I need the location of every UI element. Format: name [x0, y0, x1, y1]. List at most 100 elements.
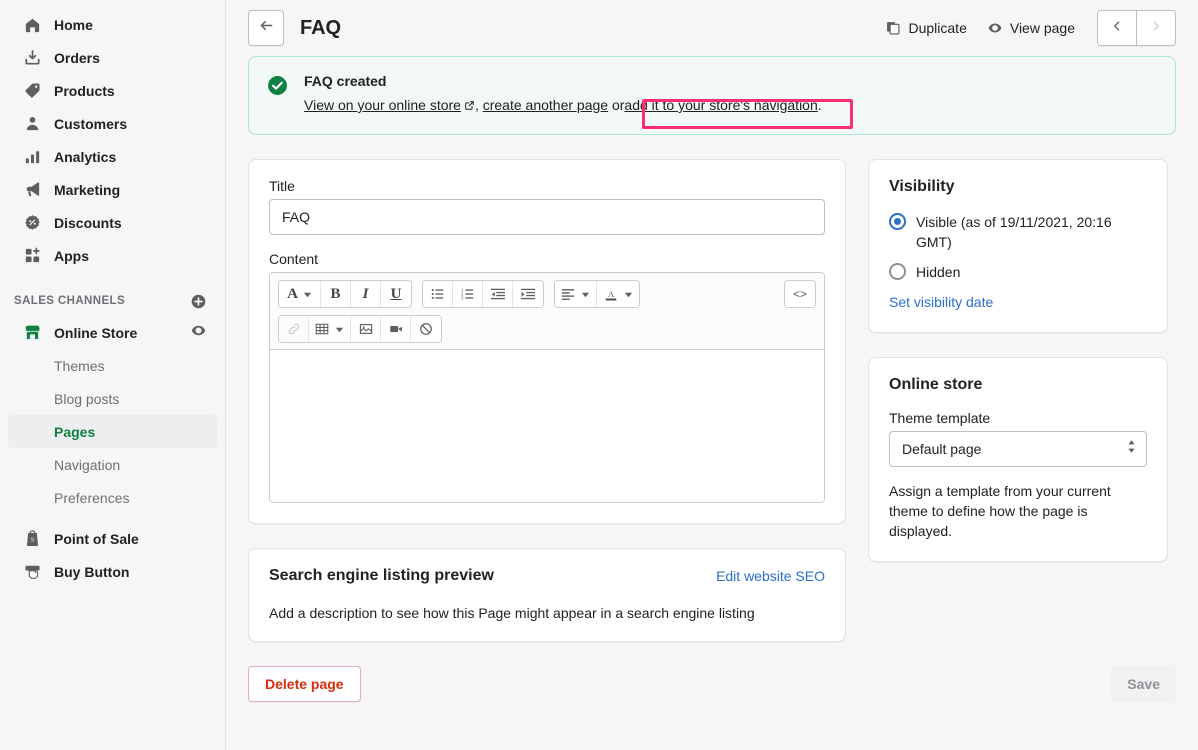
seo-preview-card: Search engine listing preview Edit websi… [248, 548, 846, 642]
numbered-list-icon[interactable]: 123 [453, 281, 483, 307]
underline-icon[interactable]: U [381, 281, 411, 307]
font-format-icon[interactable]: A [279, 281, 321, 307]
online-store-icon [22, 323, 42, 343]
marketing-megaphone-icon [22, 180, 42, 200]
bulleted-list-icon[interactable] [423, 281, 453, 307]
online-store-title: Online store [889, 376, 1147, 394]
shopify-admin-page: Home Orders Products Customers Analytics [0, 0, 1198, 750]
save-button[interactable]: Save [1111, 666, 1176, 702]
list-indent-group: 123 [422, 280, 544, 308]
online-store-card: Online store Theme template Default page… [868, 357, 1168, 562]
banner-or-text: or [612, 97, 624, 113]
radio-visible[interactable] [889, 213, 906, 230]
link-icon[interactable] [279, 316, 309, 342]
video-icon[interactable] [381, 316, 411, 342]
page-header: FAQ Duplicate View page [226, 0, 1198, 56]
next-page-button[interactable] [1137, 11, 1175, 45]
eye-icon [987, 20, 1003, 36]
italic-icon[interactable]: I [351, 281, 381, 307]
plus-circle-icon[interactable] [190, 293, 207, 310]
radio-hidden[interactable] [889, 263, 906, 280]
page-details-card: Title Content A [248, 159, 846, 524]
sidebar-item-blog-posts[interactable]: Blog posts [8, 382, 217, 415]
bold-icon[interactable]: B [321, 281, 351, 307]
view-on-online-store-link[interactable]: View on your online store [304, 97, 461, 113]
sidebar-item-label: Online Store [54, 325, 137, 341]
seo-header: Search engine listing preview Edit websi… [269, 567, 825, 585]
sidebar-item-marketing[interactable]: Marketing [8, 173, 217, 206]
sidebar-item-discounts[interactable]: Discounts [8, 206, 217, 239]
delete-page-button[interactable]: Delete page [248, 666, 361, 702]
eye-icon[interactable] [190, 322, 207, 344]
sidebar-item-products[interactable]: Products [8, 74, 217, 107]
orders-icon [22, 48, 42, 68]
chevron-right-icon [1149, 19, 1163, 38]
content-editor: A B I [269, 272, 825, 503]
sidebar-item-label: Discounts [54, 215, 122, 231]
theme-template-label: Theme template [889, 410, 1147, 426]
point-of-sale-icon: S [22, 529, 42, 549]
duplicate-button[interactable]: Duplicate [875, 14, 976, 42]
right-column: Visibility Visible (as of 19/11/2021, 20… [868, 159, 1168, 562]
add-to-navigation-link[interactable]: add it to your store's navigation [624, 97, 817, 113]
sidebar-item-label: Marketing [54, 182, 120, 198]
visibility-hidden-label: Hidden [916, 262, 960, 282]
view-page-label: View page [1010, 20, 1075, 36]
visibility-title: Visibility [889, 178, 1147, 196]
sidebar-item-apps[interactable]: Apps [8, 239, 217, 272]
theme-template-help-text: Assign a template from your current them… [889, 481, 1147, 541]
sidebar-item-navigation[interactable]: Navigation [8, 448, 217, 481]
sidebar-item-pages[interactable]: Pages [8, 415, 217, 448]
banner-comma: , [475, 97, 479, 113]
content-textarea[interactable] [270, 350, 824, 502]
create-another-page-link[interactable]: create another page [483, 97, 608, 113]
sidebar-item-label: Navigation [54, 457, 120, 473]
theme-template-select[interactable]: Default page [889, 431, 1147, 467]
text-color-icon[interactable]: A [597, 281, 639, 307]
sidebar-item-preferences[interactable]: Preferences [8, 481, 217, 514]
sidebar-item-label: Buy Button [54, 564, 129, 580]
theme-template-select-wrap: Default page [889, 431, 1147, 467]
back-button[interactable] [248, 10, 284, 46]
sales-channels-header: SALES CHANNELS [0, 286, 225, 316]
title-input[interactable] [269, 199, 825, 235]
align-left-icon[interactable] [555, 281, 597, 307]
sidebar-item-label: Customers [54, 116, 127, 132]
sidebar-item-online-store[interactable]: Online Store [8, 316, 217, 349]
sidebar-item-analytics[interactable]: Analytics [8, 140, 217, 173]
seo-title: Search engine listing preview [269, 567, 494, 585]
code-view-icon[interactable]: <> [785, 281, 815, 307]
seo-body-text: Add a description to see how this Page m… [269, 605, 825, 621]
edit-website-seo-link[interactable]: Edit website SEO [716, 568, 825, 584]
success-check-circle-icon [267, 75, 288, 116]
sales-channels-title: SALES CHANNELS [14, 295, 125, 307]
sidebar-item-home[interactable]: Home [8, 8, 217, 41]
view-page-button[interactable]: View page [977, 14, 1085, 42]
content-label: Content [269, 251, 825, 267]
image-icon[interactable] [351, 316, 381, 342]
table-icon[interactable] [309, 316, 351, 342]
sidebar-item-orders[interactable]: Orders [8, 41, 217, 74]
sidebar-item-buy-button[interactable]: Buy Button [8, 555, 217, 588]
indent-icon[interactable] [513, 281, 543, 307]
sidebar-item-label: Blog posts [54, 391, 119, 407]
outdent-icon[interactable] [483, 281, 513, 307]
sidebar-item-customers[interactable]: Customers [8, 107, 217, 140]
previous-page-button[interactable] [1098, 11, 1136, 45]
editor-toolbar-row-2 [278, 315, 816, 343]
left-column: Title Content A [248, 159, 846, 642]
visibility-option-visible[interactable]: Visible (as of 19/11/2021, 20:16 GMT) [889, 212, 1147, 252]
sidebar-item-label: Analytics [54, 149, 116, 165]
svg-text:S: S [30, 537, 34, 544]
page-footer-actions: Delete page Save [226, 666, 1198, 702]
set-visibility-date-link[interactable]: Set visibility date [889, 294, 993, 310]
sidebar: Home Orders Products Customers Analytics [0, 0, 226, 750]
clear-formatting-icon[interactable] [411, 316, 441, 342]
apps-grid-plus-icon [22, 246, 42, 266]
sidebar-item-label: Pages [54, 424, 95, 440]
sidebar-item-point-of-sale[interactable]: S Point of Sale [8, 522, 217, 555]
title-label: Title [269, 178, 825, 194]
visibility-option-hidden[interactable]: Hidden [889, 262, 1147, 282]
sidebar-item-themes[interactable]: Themes [8, 349, 217, 382]
products-tag-icon [22, 81, 42, 101]
